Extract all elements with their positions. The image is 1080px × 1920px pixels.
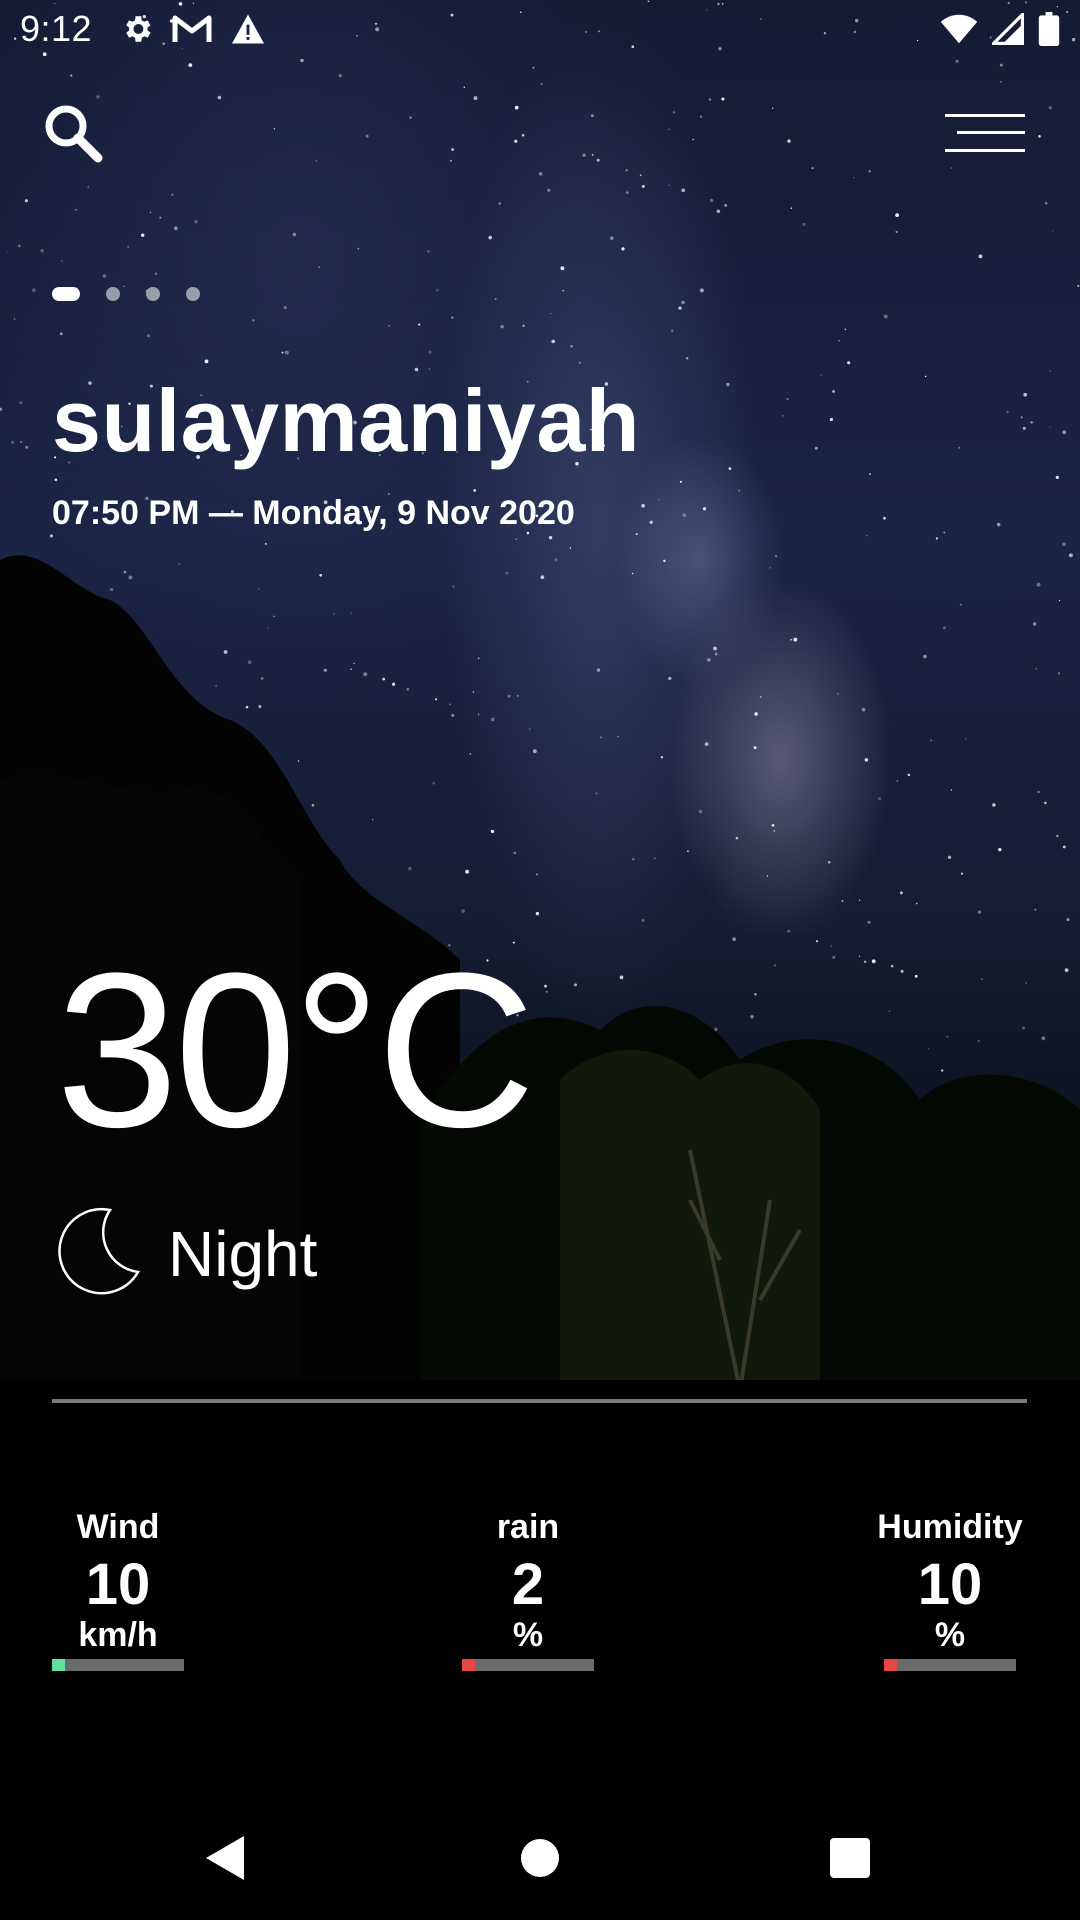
- wind-value: 10: [85, 1552, 151, 1617]
- rain-bar-fill: [462, 1658, 476, 1671]
- recents-icon: [829, 1837, 871, 1884]
- divider: [52, 1399, 1027, 1403]
- status-time: 9:12: [20, 8, 93, 49]
- rain-value: 2: [511, 1552, 545, 1617]
- gear-icon: [120, 12, 154, 51]
- signal-icon: [989, 10, 1024, 50]
- humidity-value: 10: [917, 1552, 983, 1617]
- menu-button[interactable]: [940, 106, 1030, 166]
- wind-bar: [52, 1658, 184, 1671]
- wind-metric: Wind 10 km/h: [52, 1508, 184, 1671]
- humidity-bar: [884, 1658, 1016, 1671]
- page-dot[interactable]: [186, 287, 200, 301]
- condition-label: Night: [168, 1217, 318, 1290]
- wifi-icon: [940, 13, 978, 50]
- city-name: sulaymaniyah: [52, 371, 641, 470]
- rain-unit: %: [512, 1615, 544, 1654]
- humidity-unit: %: [934, 1615, 966, 1654]
- menu-icon: [945, 112, 1025, 161]
- page-dot[interactable]: [52, 287, 80, 301]
- temperature: 30°C: [56, 927, 536, 1173]
- humidity-bar-fill: [884, 1658, 898, 1671]
- weather-condition: Night: [52, 1206, 317, 1301]
- search-button[interactable]: [38, 100, 108, 170]
- page-indicator: [52, 287, 200, 301]
- rain-bar: [462, 1658, 594, 1671]
- search-icon: [42, 102, 104, 169]
- back-button[interactable]: [194, 1828, 258, 1892]
- status-icons-left: [120, 12, 266, 51]
- page-dot[interactable]: [106, 287, 120, 301]
- status-icons-right: [940, 10, 1060, 51]
- status-bar: 9:12: [0, 0, 1080, 64]
- battery-icon: [1038, 12, 1060, 51]
- gmail-icon: [172, 14, 212, 49]
- humidity-label: Humidity: [877, 1508, 1023, 1546]
- wind-bar-fill: [52, 1658, 66, 1671]
- wind-unit: km/h: [78, 1615, 158, 1654]
- humidity-metric: Humidity 10 %: [877, 1508, 1023, 1671]
- rain-label: rain: [496, 1508, 560, 1546]
- system-nav-bar: [0, 1800, 1080, 1920]
- home-button[interactable]: [508, 1828, 572, 1892]
- back-icon: [204, 1834, 248, 1887]
- home-icon: [518, 1836, 562, 1885]
- date-time: 07:50 PM — Monday, 9 Nov 2020: [52, 494, 575, 532]
- wind-label: Wind: [76, 1508, 160, 1546]
- moon-icon: [52, 1206, 142, 1301]
- recents-button[interactable]: [818, 1828, 882, 1892]
- warning-icon: [230, 13, 266, 50]
- rain-metric: rain 2 %: [462, 1508, 594, 1671]
- page-dot[interactable]: [146, 287, 160, 301]
